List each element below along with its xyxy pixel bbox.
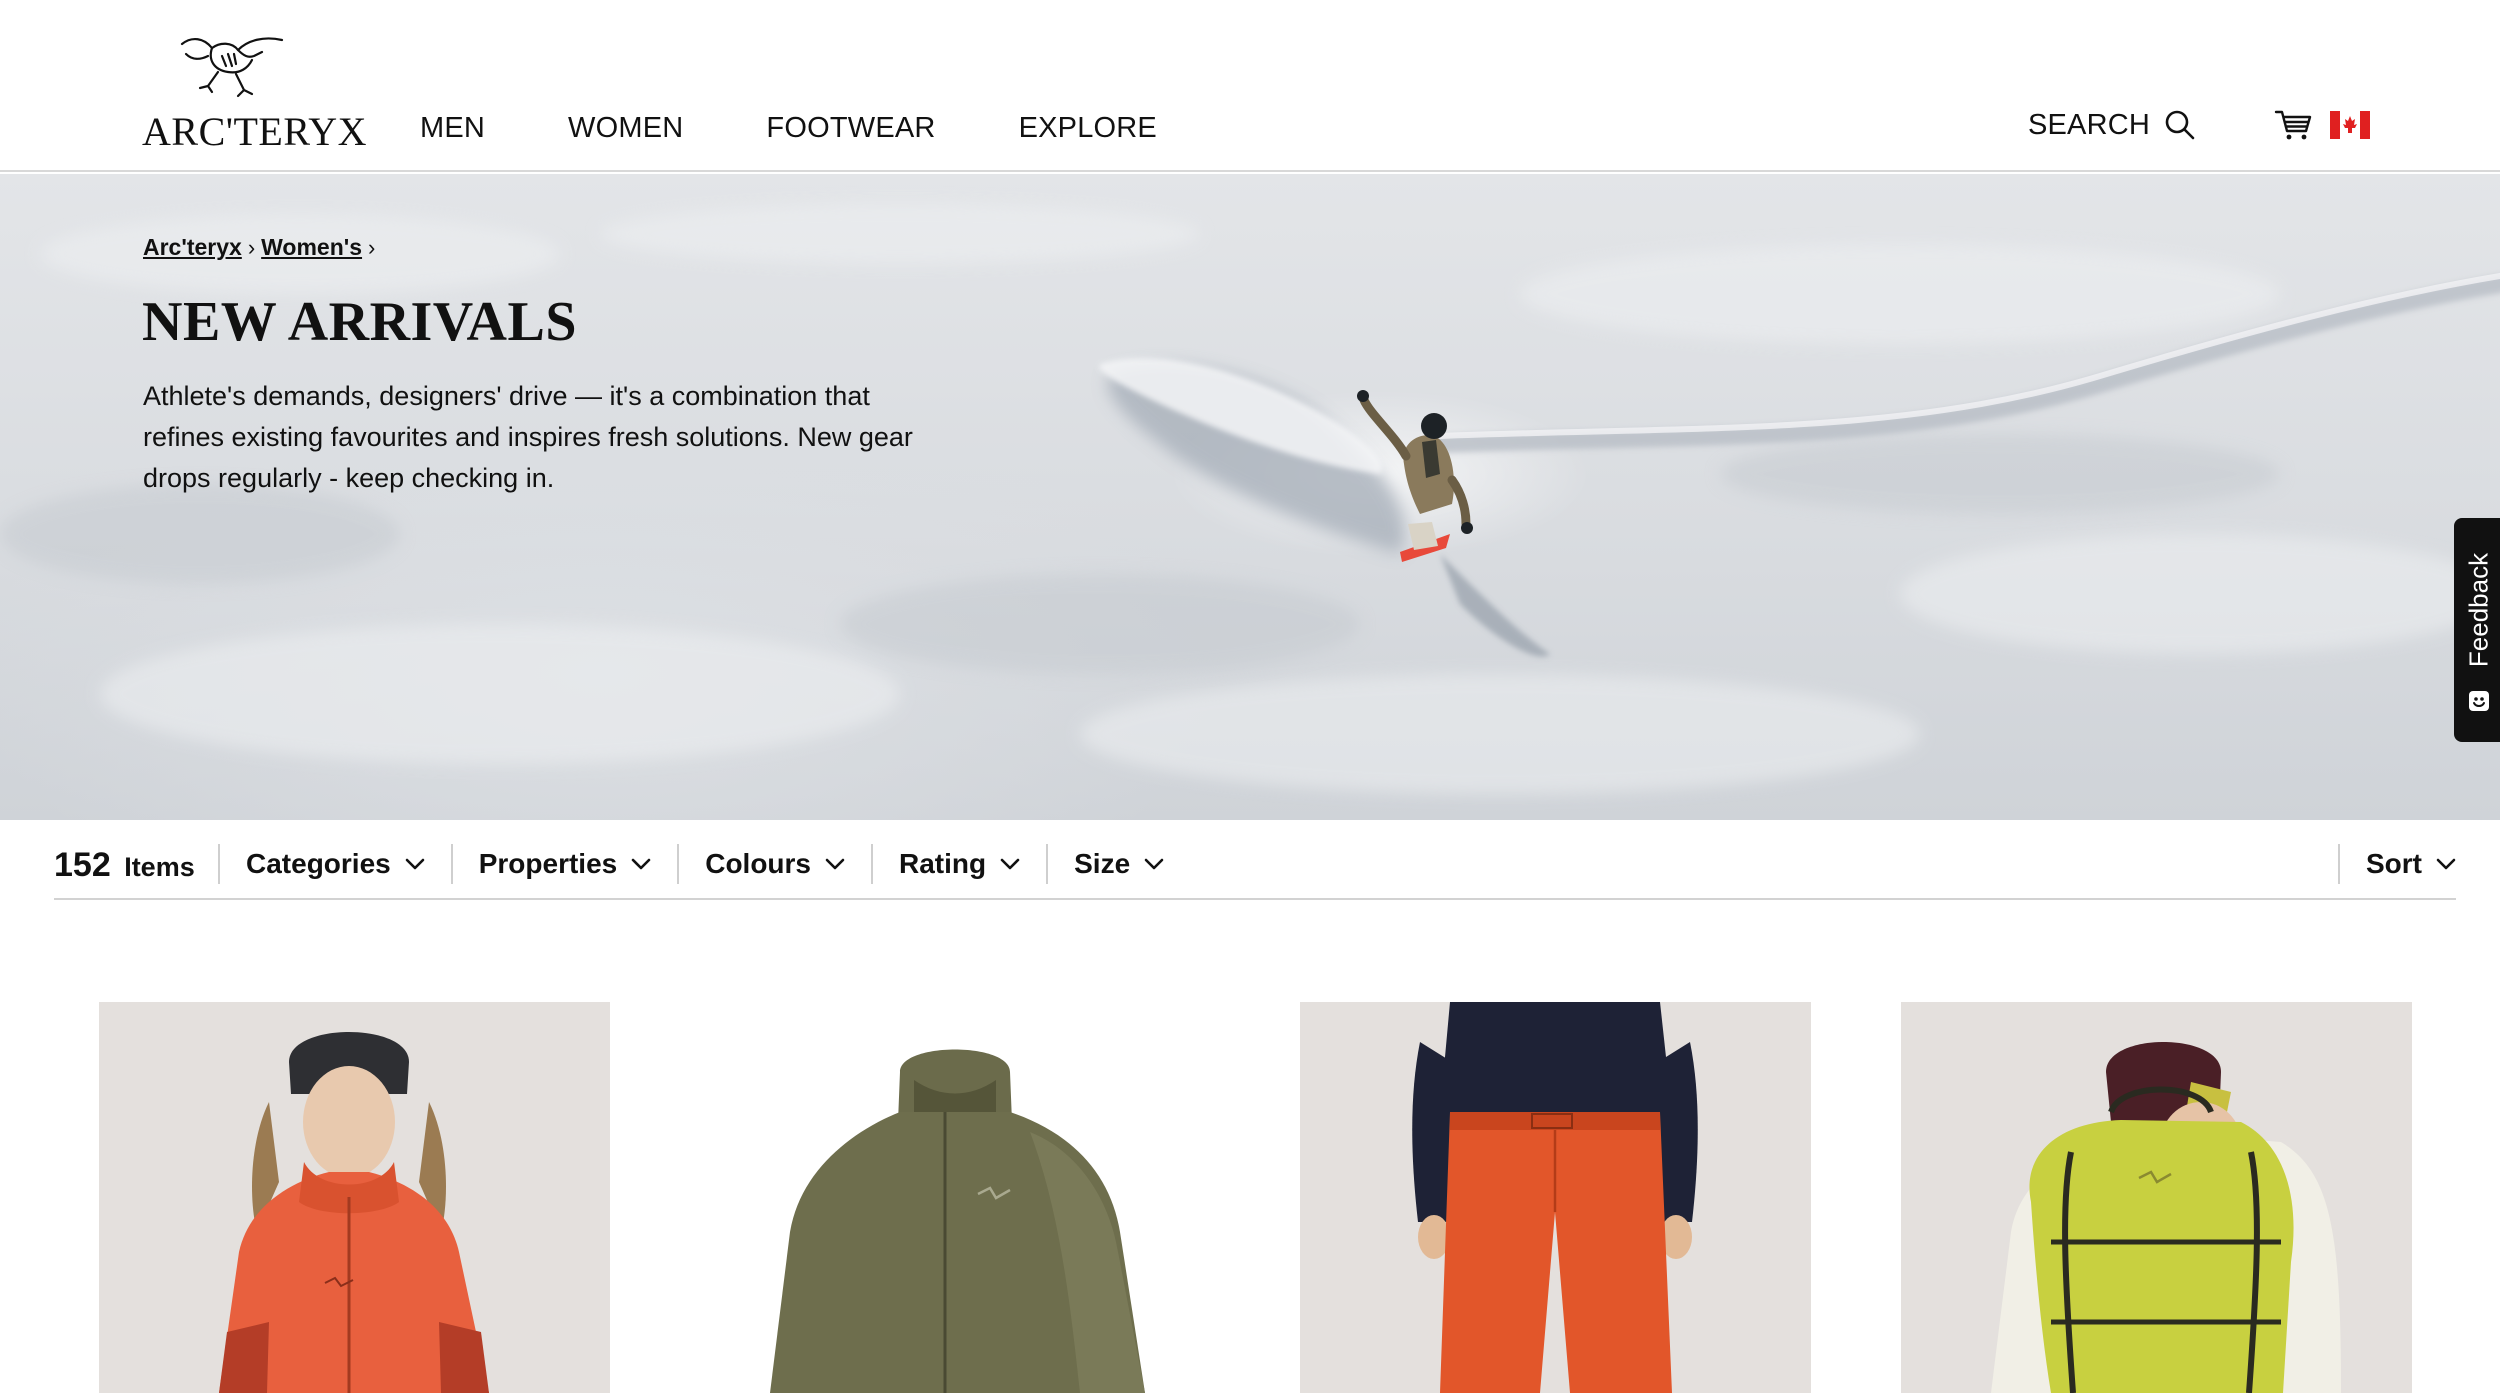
breadcrumb-arcteryx[interactable]: Arc'teryx — [143, 234, 242, 261]
filter-colours[interactable]: Colours — [679, 848, 871, 880]
chevron-right-icon: › — [368, 234, 376, 260]
items-count: 152 Items — [54, 846, 195, 885]
arcteryx-logo[interactable]: ARC'TERYX — [142, 30, 367, 154]
filter-label: Properties — [478, 848, 618, 879]
breadcrumb: Arc'teryx › Women's › — [143, 234, 381, 261]
filter-label: Rating — [899, 848, 987, 879]
product-image — [1300, 1002, 1811, 1393]
chevron-right-icon: › — [247, 234, 256, 260]
nav-explore[interactable]: EXPLORE — [1019, 112, 1157, 145]
sort-button[interactable]: Sort — [2340, 848, 2456, 880]
product-image — [99, 1002, 610, 1393]
cart-icon[interactable] — [2274, 108, 2312, 142]
filter-label: Colours — [705, 848, 811, 879]
nav-footwear[interactable]: FOOTWEAR — [766, 112, 935, 145]
smile-feedback-icon — [2469, 691, 2489, 711]
page-title: NEW ARRIVALS — [142, 291, 577, 353]
filter-rating[interactable]: Rating — [873, 848, 1046, 880]
main-nav: MEN WOMEN FOOTWEAR EXPLORE — [420, 112, 1157, 145]
filter-label: Categories — [246, 848, 391, 879]
site-header: ARC'TERYX MEN WOMEN FOOTWEAR EXPLORE SEA… — [0, 0, 2500, 172]
filter-properties[interactable]: Properties — [453, 848, 678, 880]
filter-size[interactable]: Size — [1048, 848, 1190, 880]
nav-men[interactable]: MEN — [420, 112, 485, 145]
product-card-orange-ski-pants[interactable] — [1300, 1002, 1811, 1393]
filter-bar: 152 Items Categories Properties Colours … — [54, 820, 2456, 900]
breadcrumb-womens[interactable]: Women's — [261, 234, 362, 261]
sort-label: Sort — [2366, 848, 2422, 879]
chevron-down-icon — [825, 858, 845, 870]
header-actions: SEARCH — [2028, 108, 2370, 142]
product-image — [700, 1002, 1211, 1393]
filter-label: Size — [1074, 848, 1131, 879]
items-count-label: Items — [124, 852, 195, 882]
product-grid — [0, 1002, 2500, 1393]
chevron-down-icon — [1144, 858, 1164, 870]
logo-wordmark: ARC'TERYX — [142, 109, 368, 154]
hero-banner: Arc'teryx › Women's › NEW ARRIVALS Athle… — [0, 174, 2500, 820]
feedback-button[interactable]: Feedback — [2454, 518, 2500, 742]
chevron-down-icon — [2436, 858, 2456, 870]
product-card-orange-shell-jacket[interactable] — [99, 1002, 610, 1393]
filter-categories[interactable]: Categories — [220, 848, 451, 880]
search-icon — [2165, 110, 2195, 140]
search-label: SEARCH — [2027, 108, 2150, 141]
chevron-down-icon — [631, 858, 651, 870]
product-card-olive-insulated-jacket[interactable] — [700, 1002, 1211, 1393]
chevron-down-icon — [1000, 858, 1020, 870]
filter-list: Categories Properties Colours Rating Siz… — [218, 844, 1190, 884]
page-description: Athlete's demands, designers' drive — it… — [143, 381, 913, 493]
feedback-label: Feedback — [2463, 552, 2494, 668]
archaeopteryx-logo-icon — [180, 37, 284, 98]
canada-flag-icon[interactable] — [2330, 111, 2370, 139]
product-image — [1901, 1002, 2412, 1393]
sort-control: Sort — [2338, 844, 2456, 884]
search-button[interactable]: SEARCH — [2028, 109, 2196, 142]
chevron-down-icon — [405, 858, 425, 870]
product-card-lime-backpack[interactable] — [1901, 1002, 2412, 1393]
nav-women[interactable]: WOMEN — [568, 112, 683, 145]
items-count-value: 152 — [54, 846, 111, 884]
